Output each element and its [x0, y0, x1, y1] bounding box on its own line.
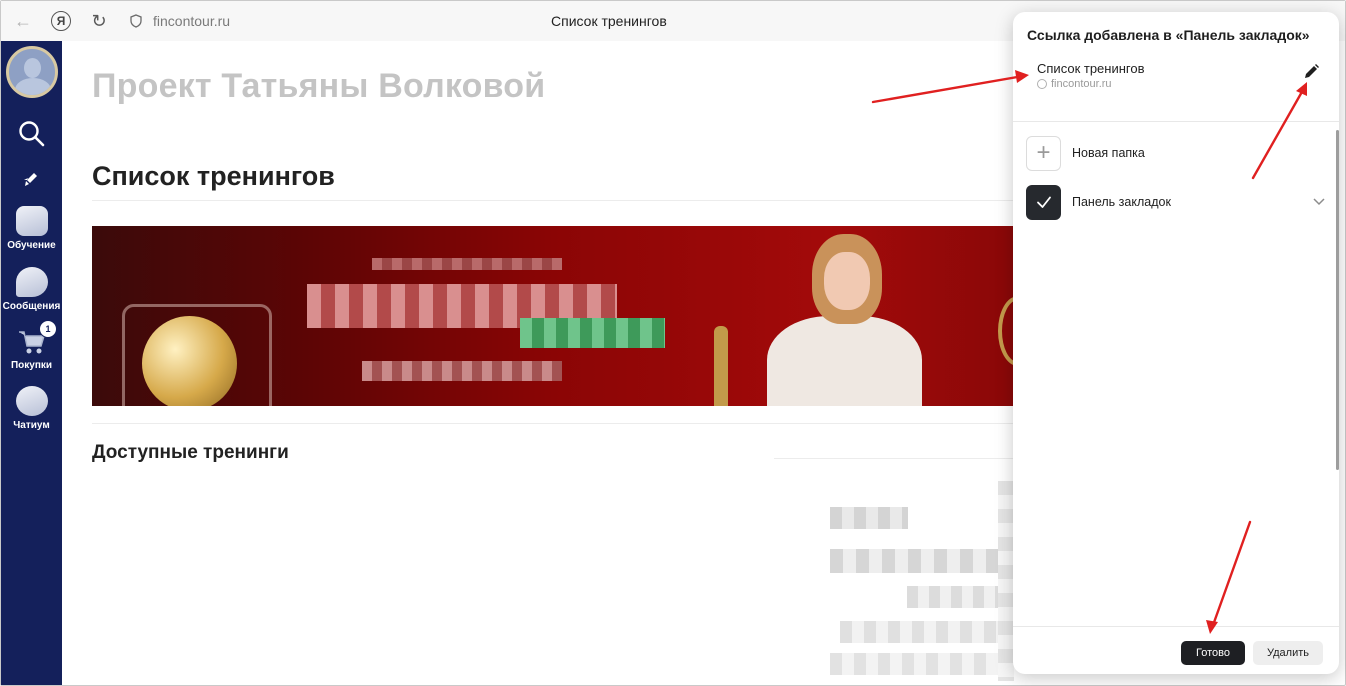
- folder-label: Панель закладок: [1072, 195, 1171, 209]
- banner-decoration: [998, 296, 1014, 366]
- yandex-logo-icon[interactable]: Я: [49, 9, 73, 33]
- bookmark-domain-text: fincontour.ru: [1051, 78, 1112, 90]
- sidebar-item-label: Обучение: [7, 240, 56, 251]
- sidebar-item-label: Чатиум: [13, 420, 50, 431]
- chevron-down-icon[interactable]: [1312, 194, 1326, 208]
- divider: [1013, 626, 1339, 627]
- avatar[interactable]: [6, 46, 58, 98]
- page-tab-title: Список тренингов: [551, 13, 667, 29]
- divider: [774, 458, 1014, 459]
- globe-icon: [1037, 79, 1047, 89]
- sidebar-item-label: Покупки: [10, 360, 53, 371]
- message-icon: [15, 267, 48, 297]
- pixelated-text: [372, 258, 562, 270]
- sidebar-item-purchases[interactable]: 1 Покупки: [1, 320, 62, 371]
- project-title[interactable]: Проект Татьяны Волковой: [92, 67, 545, 106]
- divider: [1013, 121, 1339, 122]
- pixelated-text: [840, 621, 1014, 643]
- gold-coin-image: [142, 316, 237, 406]
- pixelated-text: [520, 318, 665, 348]
- training-banner[interactable]: [92, 226, 1014, 406]
- folder-bookmarks-bar[interactable]: Панель закладок: [1026, 184, 1326, 220]
- divider: [92, 200, 1014, 201]
- pixelated-text: [830, 549, 1014, 573]
- pixelated-text: [998, 481, 1014, 681]
- shield-icon: [130, 14, 142, 28]
- popup-header: Ссылка добавлена в «Панель закладок»: [1027, 27, 1310, 43]
- search-icon[interactable]: [17, 119, 47, 149]
- pixelated-text: [362, 361, 562, 381]
- reload-icon[interactable]: ↻: [87, 9, 111, 33]
- cart-count-badge: 1: [39, 320, 57, 338]
- back-arrow-icon[interactable]: ←: [11, 9, 35, 33]
- bookmark-added-popup: Ссылка добавлена в «Панель закладок» Спи…: [1013, 12, 1339, 674]
- rocket-icon[interactable]: [21, 171, 39, 189]
- address-bar[interactable]: fincontour.ru Список тренингов: [119, 7, 1119, 35]
- checkmark-icon[interactable]: [1026, 184, 1061, 220]
- folder-label: Новая папка: [1072, 146, 1145, 160]
- divider: [92, 423, 1014, 424]
- bookmark-domain: fincontour.ru: [1037, 78, 1112, 90]
- microphone-image: [714, 326, 728, 406]
- sidebar-item-messages[interactable]: Сообщения: [1, 267, 62, 312]
- bookmark-name[interactable]: Список тренингов: [1037, 61, 1145, 76]
- scrollbar[interactable]: [1336, 130, 1339, 470]
- address-url: fincontour.ru: [153, 13, 231, 29]
- page-title: Список тренингов: [92, 161, 335, 191]
- section-title: Доступные тренинги: [92, 442, 289, 463]
- delete-button[interactable]: Удалить: [1253, 641, 1323, 665]
- sidebar-item-chatium[interactable]: Чатиум: [1, 386, 62, 431]
- done-button[interactable]: Готово: [1181, 641, 1245, 665]
- pixelated-text: [830, 507, 908, 529]
- plus-icon: +: [1026, 135, 1061, 171]
- main-content: Проект Татьяны Волковой Список тренингов…: [62, 41, 1014, 685]
- sidebar-item-learning[interactable]: Обучение: [1, 206, 62, 251]
- app-sidebar: Обучение Сообщения 1 Покупки Чатиум: [1, 41, 62, 685]
- speaker-photo: [767, 234, 922, 406]
- pixelated-text: [830, 653, 1014, 675]
- chat-icon: [15, 386, 48, 416]
- pencil-icon[interactable]: [1301, 62, 1321, 82]
- sidebar-item-label: Сообщения: [2, 301, 61, 312]
- graduation-icon: [15, 206, 48, 236]
- new-folder-button[interactable]: + Новая папка: [1026, 135, 1326, 171]
